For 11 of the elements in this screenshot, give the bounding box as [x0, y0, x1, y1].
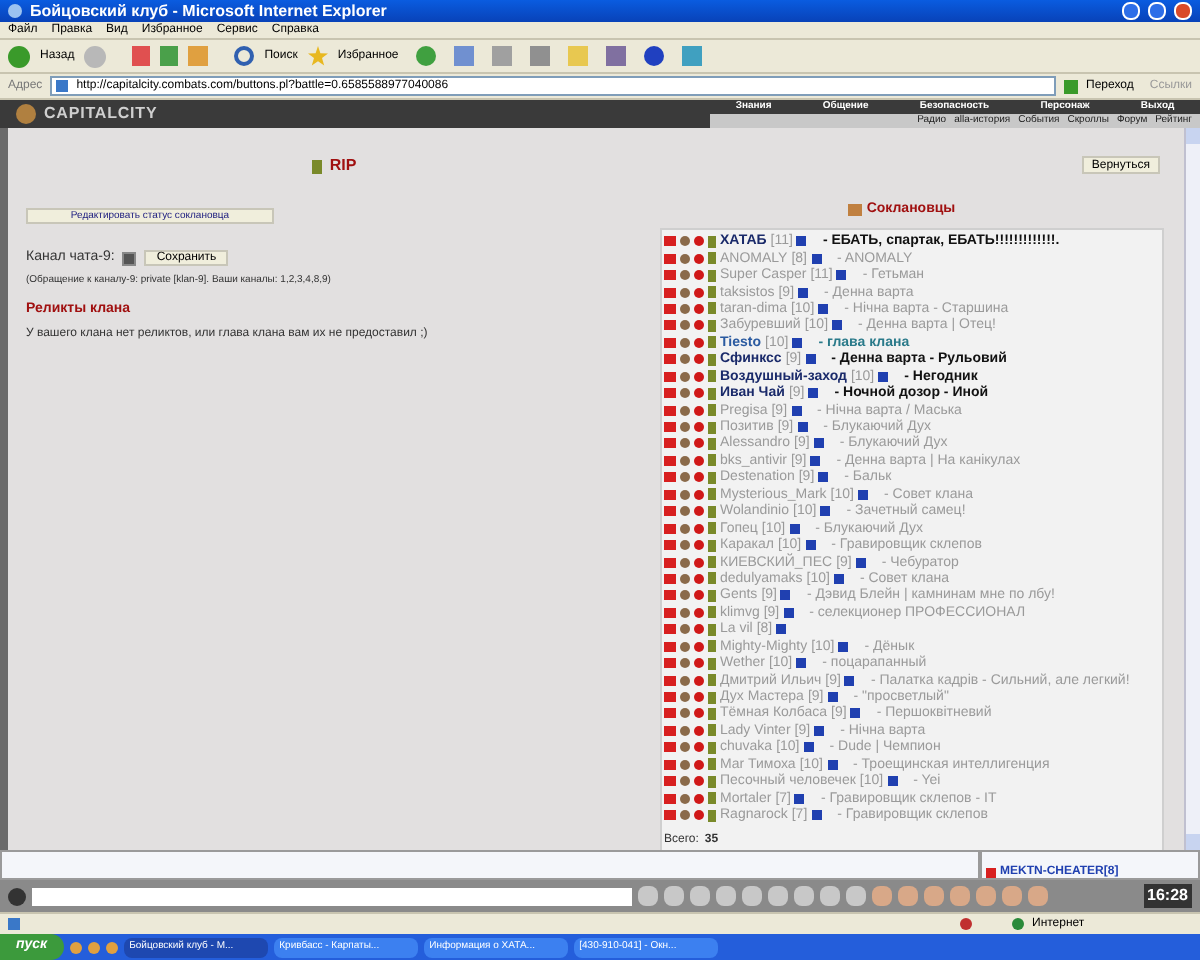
- game-clock: 16:28: [1143, 884, 1192, 908]
- star-icon[interactable]: [307, 46, 328, 66]
- channel-checkbox[interactable]: [122, 251, 137, 266]
- scrollbar[interactable]: [1184, 128, 1200, 850]
- minimize-button[interactable]: [1122, 2, 1140, 20]
- maximize-button[interactable]: [1148, 2, 1166, 20]
- logo: CAPITALCITY: [44, 102, 158, 126]
- chat-input[interactable]: [32, 887, 632, 905]
- rank-label: RIP: [329, 154, 357, 178]
- close-button[interactable]: [1174, 2, 1192, 20]
- window-title: Бойцовский клуб - Microsoft Internet Explorer: [30, 3, 389, 19]
